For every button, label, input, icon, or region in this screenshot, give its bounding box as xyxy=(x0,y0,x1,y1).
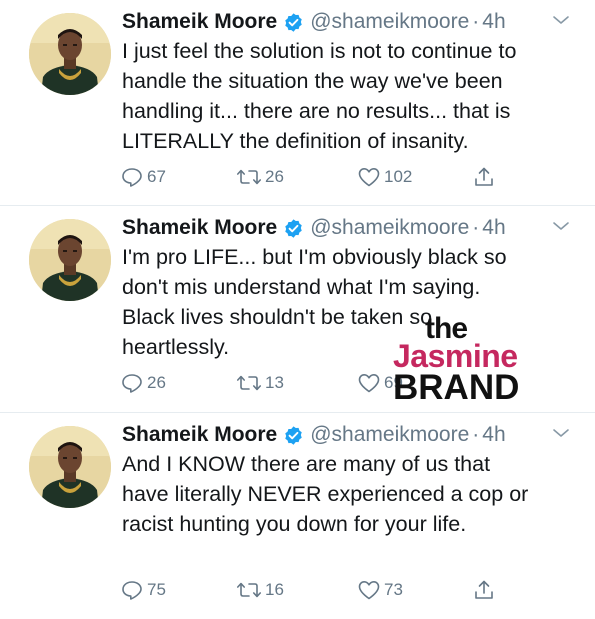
share-icon xyxy=(475,167,493,186)
tweet-text-line: heartlessly. xyxy=(122,335,230,359)
share-button[interactable] xyxy=(472,577,496,603)
reply-count: 67 xyxy=(147,167,166,186)
tweet[interactable]: Shameik Moore @shameikmoore · 4h I'm pro… xyxy=(0,206,595,412)
share-icon xyxy=(475,580,493,599)
tweet-actions: 26 13 69 xyxy=(0,370,595,396)
like-button[interactable]: 69 xyxy=(357,370,403,396)
like-count: 73 xyxy=(384,580,403,599)
tweet-text-line: have literally NEVER experienced a cop o… xyxy=(122,482,529,506)
tweet-text-line: And I KNOW there are many of us that xyxy=(122,452,491,476)
reply-button[interactable]: 75 xyxy=(120,577,166,603)
tweet-header: Shameik Moore @shameikmoore · 4h xyxy=(122,420,506,450)
chevron-down-icon[interactable] xyxy=(552,14,570,26)
share-button[interactable] xyxy=(472,164,496,190)
separator-dot: · xyxy=(472,423,480,446)
tweet-text: And I KNOW there are many of us that hav… xyxy=(122,449,572,539)
retweet-icon xyxy=(237,169,261,185)
user-handle[interactable]: @shameikmoore xyxy=(310,216,469,240)
timestamp[interactable]: 4h xyxy=(482,10,505,34)
verified-badge-icon xyxy=(283,425,304,446)
heart-icon xyxy=(358,374,380,393)
tweet-text-line: racist hunting you down for your life. xyxy=(122,512,467,536)
heart-icon xyxy=(358,581,380,600)
verified-badge-icon xyxy=(283,218,304,239)
display-name[interactable]: Shameik Moore xyxy=(122,216,277,240)
tweet-text-line: handling it... there are no results... t… xyxy=(122,99,511,123)
avatar[interactable] xyxy=(29,426,111,508)
retweet-icon xyxy=(237,582,261,598)
timestamp[interactable]: 4h xyxy=(482,423,505,447)
reply-button[interactable]: 26 xyxy=(120,370,166,396)
chevron-down-icon[interactable] xyxy=(552,220,570,232)
reply-button[interactable]: 67 xyxy=(120,164,166,190)
tweet-header: Shameik Moore @shameikmoore · 4h xyxy=(122,7,506,37)
tweet[interactable]: Shameik Moore @shameikmoore · 4h I just … xyxy=(0,0,595,206)
chevron-down-icon[interactable] xyxy=(552,427,570,439)
reply-count: 75 xyxy=(147,580,166,599)
verified-badge-icon xyxy=(283,12,304,33)
separator-dot: · xyxy=(472,10,480,33)
tweet[interactable]: Shameik Moore @shameikmoore · 4h And I K… xyxy=(0,413,595,619)
avatar[interactable] xyxy=(29,219,111,301)
avatar[interactable] xyxy=(29,13,111,95)
retweet-count: 16 xyxy=(265,580,284,599)
tweet-text-line: Black lives shouldn't be taken so xyxy=(122,305,433,329)
separator-dot: · xyxy=(472,216,480,239)
user-handle[interactable]: @shameikmoore xyxy=(310,423,469,447)
reply-icon xyxy=(122,581,142,600)
tweet-actions: 67 26 102 xyxy=(0,164,595,190)
retweet-count: 26 xyxy=(265,167,284,186)
tweet-text-line: handle the situation the way we've been xyxy=(122,69,503,93)
timestamp[interactable]: 4h xyxy=(482,216,505,240)
like-button[interactable]: 73 xyxy=(357,577,403,603)
tweet-text-line: I'm pro LIFE... but I'm obviously black … xyxy=(122,245,507,269)
user-handle[interactable]: @shameikmoore xyxy=(310,10,469,34)
reply-icon xyxy=(122,168,142,187)
like-count: 102 xyxy=(384,167,413,186)
reply-count: 26 xyxy=(147,373,166,392)
tweet-text: I'm pro LIFE... but I'm obviously black … xyxy=(122,242,572,362)
tweet-text-line: don't mis understand what I'm saying. xyxy=(122,275,481,299)
tweet-actions: 75 16 73 xyxy=(0,577,595,603)
retweet-button[interactable]: 13 xyxy=(236,370,284,396)
tweet-header: Shameik Moore @shameikmoore · 4h xyxy=(122,213,506,243)
tweet-text-line: I just feel the solution is not to conti… xyxy=(122,39,517,63)
retweet-count: 13 xyxy=(265,373,284,392)
heart-icon xyxy=(358,168,380,187)
display-name[interactable]: Shameik Moore xyxy=(122,423,277,447)
like-count: 69 xyxy=(384,373,403,392)
retweet-icon xyxy=(237,375,261,391)
tweet-text-line: LITERALLY the definition of insanity. xyxy=(122,129,469,153)
like-button[interactable]: 102 xyxy=(357,164,412,190)
retweet-button[interactable]: 26 xyxy=(236,164,284,190)
tweet-text: I just feel the solution is not to conti… xyxy=(122,36,572,156)
retweet-button[interactable]: 16 xyxy=(236,577,284,603)
reply-icon xyxy=(122,374,142,393)
display-name[interactable]: Shameik Moore xyxy=(122,10,277,34)
